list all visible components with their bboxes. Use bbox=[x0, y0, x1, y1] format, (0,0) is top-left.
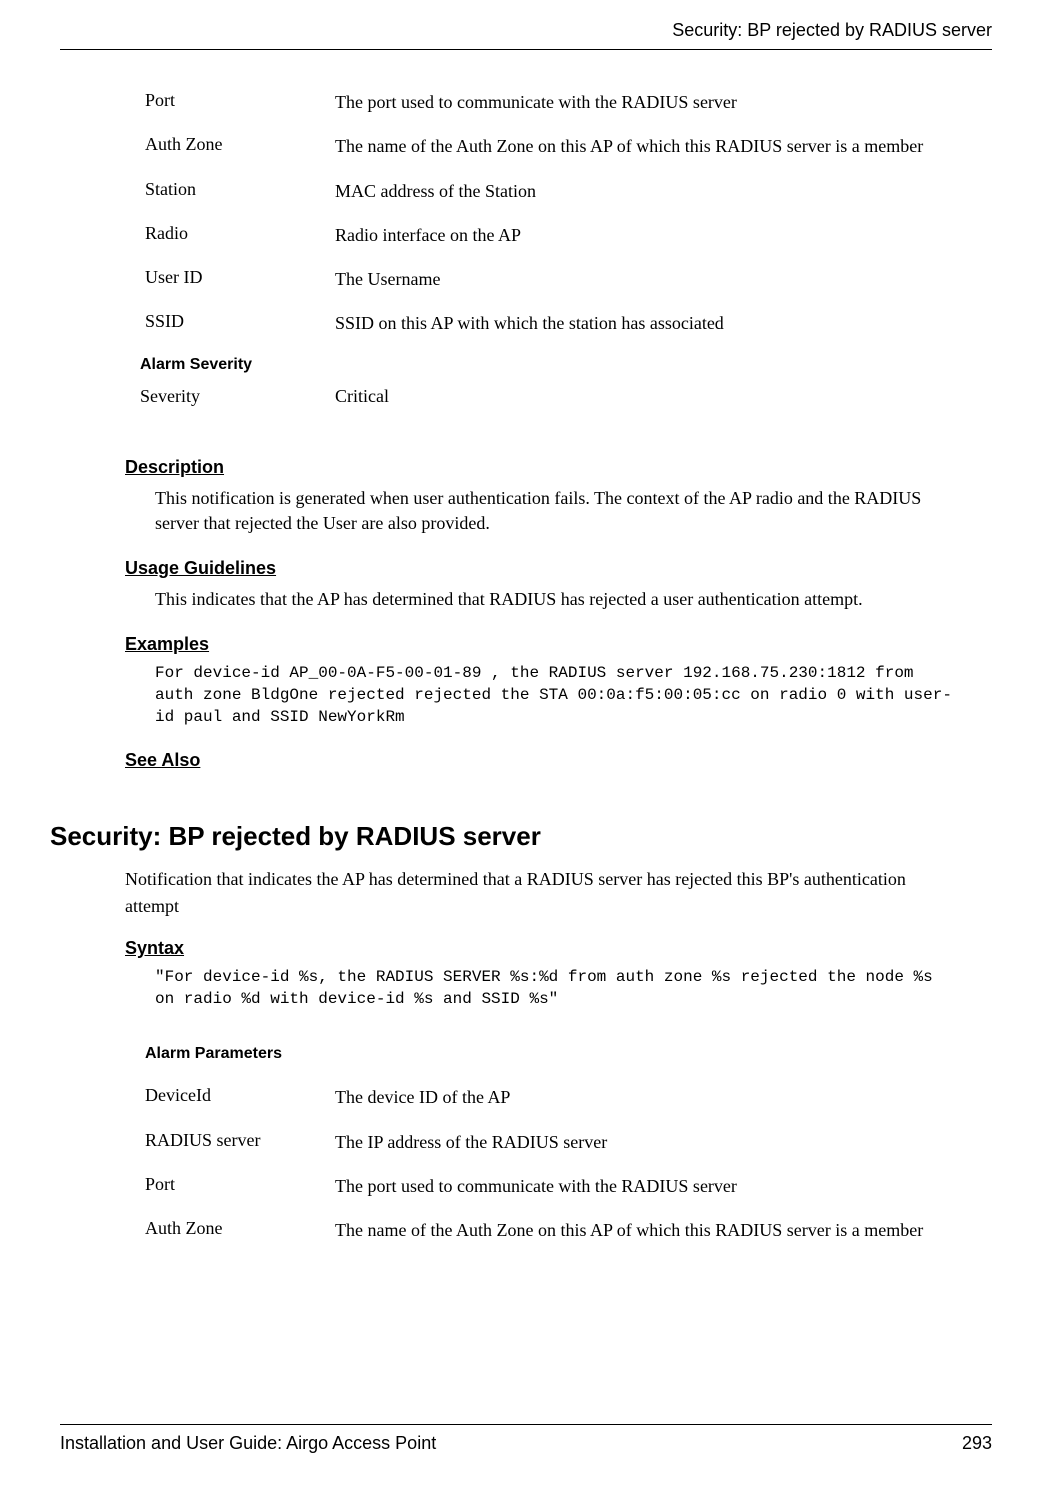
description-body: This notification is generated when user… bbox=[155, 486, 952, 536]
usage-guidelines-heading: Usage Guidelines bbox=[125, 558, 992, 579]
param-label: Port bbox=[145, 1174, 335, 1195]
main-section-heading: Security: BP rejected by RADIUS server bbox=[50, 821, 992, 852]
usage-guidelines-body: This indicates that the AP has determine… bbox=[155, 587, 952, 612]
param-desc: The IP address of the RADIUS server bbox=[335, 1130, 992, 1154]
severity-value: Critical bbox=[335, 386, 389, 407]
alarm-parameters-heading: Alarm Parameters bbox=[145, 1045, 992, 1063]
syntax-heading: Syntax bbox=[125, 938, 992, 959]
param-label: Auth Zone bbox=[145, 134, 335, 155]
footer-left: Installation and User Guide: Airgo Acces… bbox=[60, 1433, 436, 1454]
see-also-heading: See Also bbox=[125, 750, 992, 771]
description-heading: Description bbox=[125, 457, 992, 478]
examples-heading: Examples bbox=[125, 634, 992, 655]
param-desc: The name of the Auth Zone on this AP of … bbox=[335, 134, 992, 158]
param-desc: The device ID of the AP bbox=[335, 1085, 992, 1109]
table-row: Station MAC address of the Station bbox=[145, 179, 992, 203]
page-header-title: Security: BP rejected by RADIUS server bbox=[60, 20, 992, 50]
severity-label: Severity bbox=[140, 386, 335, 407]
table-row: Auth Zone The name of the Auth Zone on t… bbox=[145, 134, 992, 158]
table-row: Port The port used to communicate with t… bbox=[145, 1174, 992, 1198]
param-label: User ID bbox=[145, 267, 335, 288]
param-desc: The port used to communicate with the RA… bbox=[335, 90, 992, 114]
alarm-severity-heading: Alarm Severity bbox=[140, 356, 992, 374]
table-row: Port The port used to communicate with t… bbox=[145, 90, 992, 114]
table-row: Auth Zone The name of the Auth Zone on t… bbox=[145, 1218, 992, 1242]
param-label: Station bbox=[145, 179, 335, 200]
table-row: DeviceId The device ID of the AP bbox=[145, 1085, 992, 1109]
param-label: SSID bbox=[145, 311, 335, 332]
param-label: Radio bbox=[145, 223, 335, 244]
param-label: DeviceId bbox=[145, 1085, 335, 1106]
param-label: Port bbox=[145, 90, 335, 111]
examples-code: For device-id AP_00-0A-F5-00-01-89 , the… bbox=[155, 663, 952, 728]
param-desc: The Username bbox=[335, 267, 992, 291]
param-desc: SSID on this AP with which the station h… bbox=[335, 311, 992, 335]
table-row: SSID SSID on this AP with which the stat… bbox=[145, 311, 992, 335]
footer-page-number: 293 bbox=[962, 1433, 992, 1454]
table-row: RADIUS server The IP address of the RADI… bbox=[145, 1130, 992, 1154]
alarm-parameters-table: DeviceId The device ID of the AP RADIUS … bbox=[145, 1085, 992, 1242]
param-desc: MAC address of the Station bbox=[335, 179, 992, 203]
param-label: RADIUS server bbox=[145, 1130, 335, 1151]
main-section-body: Notification that indicates the AP has d… bbox=[125, 866, 952, 920]
param-label: Auth Zone bbox=[145, 1218, 335, 1239]
severity-row: Severity Critical bbox=[140, 386, 992, 407]
param-desc: Radio interface on the AP bbox=[335, 223, 992, 247]
param-desc: The port used to communicate with the RA… bbox=[335, 1174, 992, 1198]
param-desc: The name of the Auth Zone on this AP of … bbox=[335, 1218, 992, 1242]
table-row: User ID The Username bbox=[145, 267, 992, 291]
top-parameters-table: Port The port used to communicate with t… bbox=[145, 90, 992, 336]
syntax-code: "For device-id %s, the RADIUS SERVER %s:… bbox=[155, 967, 952, 1010]
page-footer: Installation and User Guide: Airgo Acces… bbox=[60, 1424, 992, 1454]
table-row: Radio Radio interface on the AP bbox=[145, 223, 992, 247]
